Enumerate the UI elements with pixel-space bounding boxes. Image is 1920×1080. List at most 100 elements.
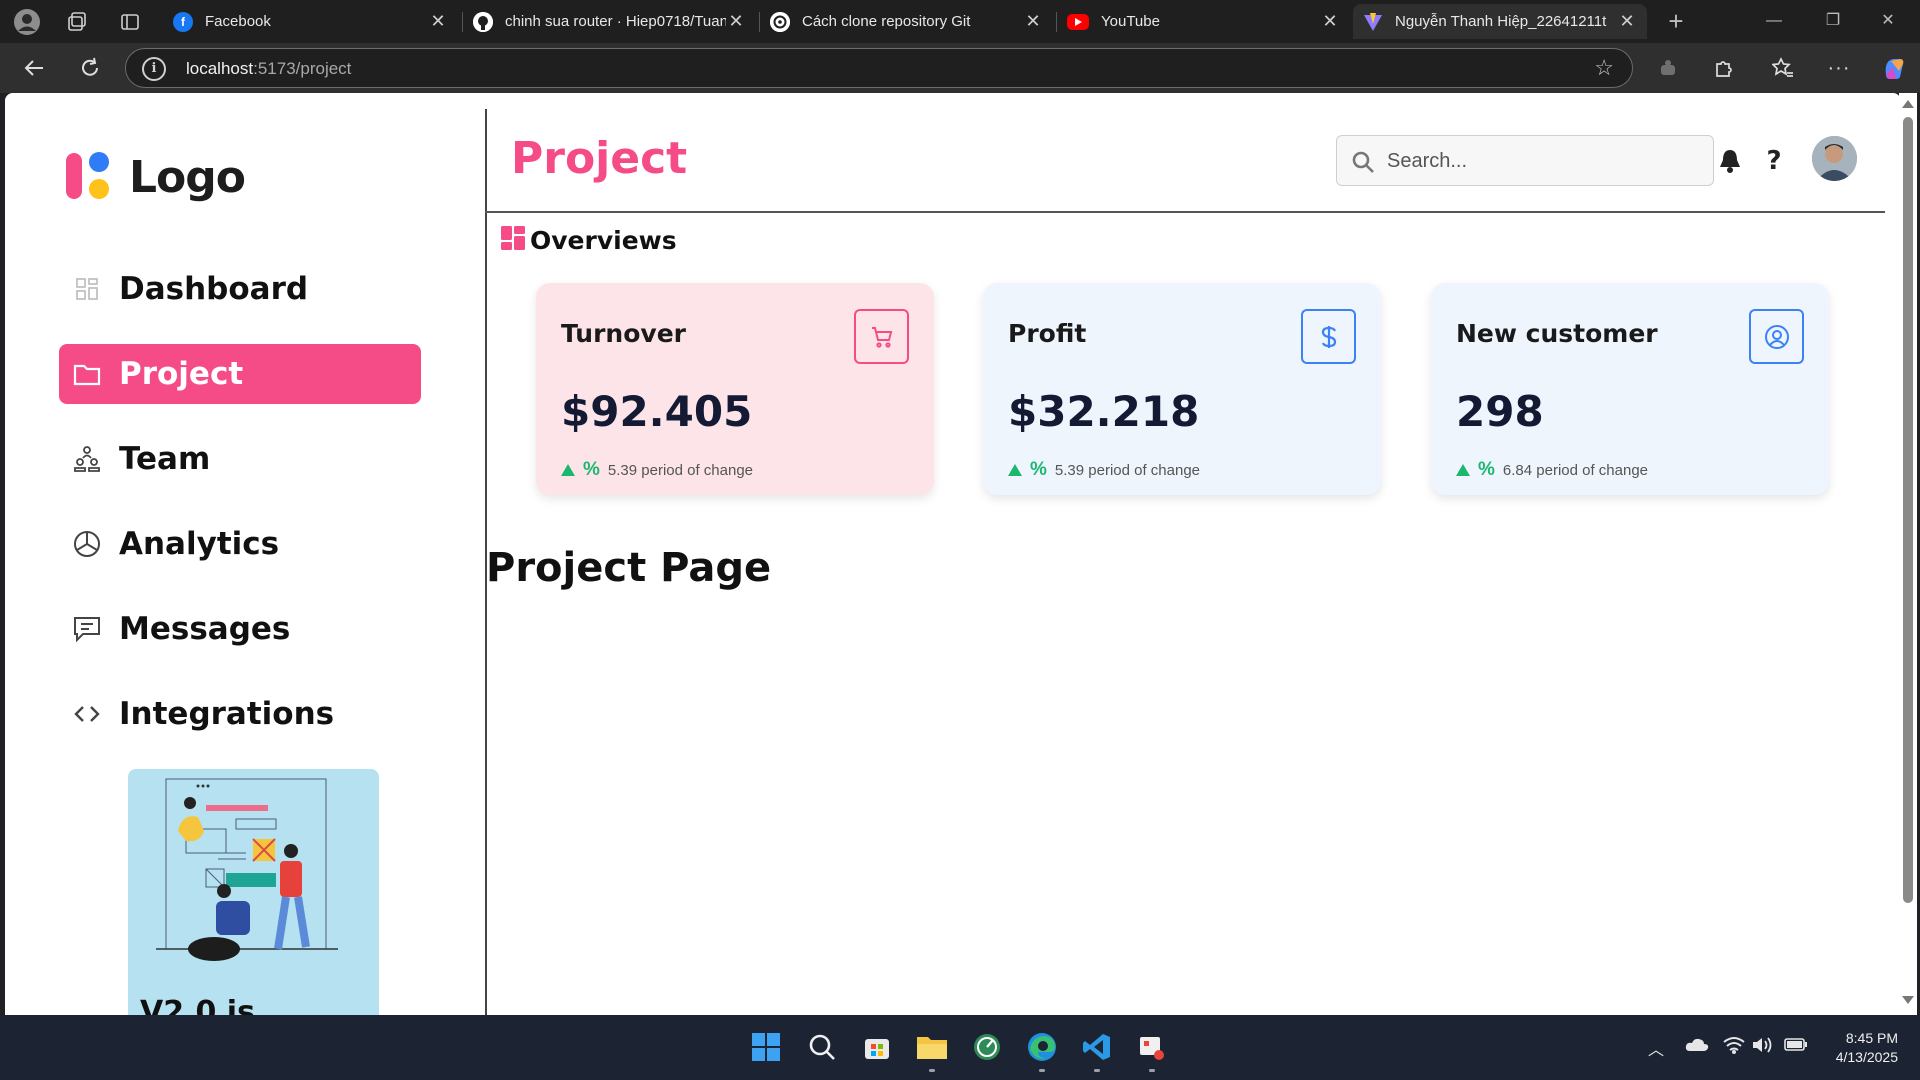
dollar-icon[interactable] xyxy=(1301,309,1356,364)
change-text: 5.39 period of change xyxy=(607,461,754,479)
tab-youtube[interactable]: YouTube ✕ xyxy=(1057,4,1350,39)
sidebar-item-label: Project xyxy=(119,356,244,392)
file-explorer-icon[interactable] xyxy=(914,1029,950,1065)
card-title: Profit xyxy=(1008,319,1087,348)
show-hidden-icons-icon[interactable]: ︿ xyxy=(1648,1036,1664,1060)
tab-github[interactable]: chinh sua router · Hiep0718/Tuan ✕ xyxy=(463,4,756,39)
search-box[interactable] xyxy=(1336,135,1714,186)
pie-chart-icon xyxy=(73,530,101,558)
dashboard-grid-icon xyxy=(500,225,526,256)
promo-card[interactable]: V2.0 is xyxy=(128,769,379,1015)
percent-icon: % xyxy=(1478,459,1495,480)
extensions-puzzle-icon[interactable] xyxy=(1707,51,1741,85)
site-info-icon[interactable]: i xyxy=(142,57,166,81)
stat-card-new-customer: New customer 298 % 6.84 period of change xyxy=(1431,283,1829,495)
logo-icon xyxy=(63,149,119,205)
vite-icon xyxy=(1363,12,1383,32)
help-button[interactable]: ? xyxy=(1759,146,1789,176)
refresh-icon xyxy=(82,57,98,76)
user-circle-icon[interactable] xyxy=(1749,309,1804,364)
tab-actions-icon[interactable] xyxy=(116,8,144,36)
sidebar-item-label: Analytics xyxy=(119,526,280,562)
running-indicator xyxy=(929,1069,935,1072)
scrollbar-thumb[interactable] xyxy=(1903,117,1913,903)
tab-facebook[interactable]: f Facebook ✕ xyxy=(163,4,458,39)
cart-icon[interactable] xyxy=(854,309,909,364)
microsoft-store-icon[interactable] xyxy=(859,1029,895,1065)
sidebar-item-integrations[interactable]: Integrations xyxy=(59,684,421,744)
running-indicator xyxy=(1149,1069,1155,1072)
copilot-icon[interactable] xyxy=(1877,51,1911,85)
close-icon[interactable]: ✕ xyxy=(726,11,746,32)
openai-icon xyxy=(770,11,790,32)
team-icon xyxy=(73,445,101,473)
back-arrow-icon xyxy=(24,60,43,76)
tab-chatgpt[interactable]: Cách clone repository Git ✕ xyxy=(760,4,1053,39)
volume-icon[interactable] xyxy=(1752,1036,1774,1059)
battery-icon[interactable] xyxy=(1784,1036,1808,1057)
close-icon[interactable]: ✕ xyxy=(1023,11,1043,32)
minimize-button[interactable]: — xyxy=(1754,8,1794,34)
grid-icon xyxy=(73,275,101,303)
restore-button[interactable]: ❐ xyxy=(1813,8,1853,34)
page-heading: Project Page xyxy=(486,545,772,591)
close-icon[interactable]: ✕ xyxy=(1320,11,1340,32)
taskbar: ︿ 8:45 PM 4/13/2025 xyxy=(0,1015,1920,1080)
workspaces-icon[interactable] xyxy=(63,8,91,36)
close-window-button[interactable]: ✕ xyxy=(1868,8,1908,34)
sidebar-item-project[interactable]: Project xyxy=(59,344,421,404)
tab-title: Nguyễn Thanh Hiệp_22641211t xyxy=(1395,13,1607,30)
scroll-down-icon[interactable] xyxy=(1902,996,1914,1004)
snipping-tool-icon[interactable] xyxy=(1134,1029,1170,1065)
card-value: $92.405 xyxy=(561,387,753,436)
close-icon[interactable]: ✕ xyxy=(1617,11,1637,32)
logo-text: Logo xyxy=(129,151,246,203)
back-button[interactable] xyxy=(17,51,51,85)
change-text: 6.84 period of change xyxy=(1502,461,1649,479)
tab-title: Cách clone repository Git xyxy=(802,13,971,30)
search-input[interactable] xyxy=(1387,145,1697,177)
youtube-icon xyxy=(1067,13,1089,30)
address-bar[interactable]: i localhost:5173/project ☆ xyxy=(125,48,1633,88)
vscode-icon[interactable] xyxy=(1079,1029,1115,1065)
clock-date: 4/13/2025 xyxy=(1835,1049,1898,1065)
sidebar-item-analytics[interactable]: Analytics xyxy=(59,514,421,574)
card-value: 298 xyxy=(1456,387,1544,436)
tab-vite-app[interactable]: Nguyễn Thanh Hiệp_22641211t ✕ xyxy=(1353,4,1647,39)
browser-toolbar: i localhost:5173/project ☆ ··· xyxy=(0,43,1920,93)
page-title: Project xyxy=(511,133,688,184)
stat-card-profit: Profit $32.218 % 5.39 period of change xyxy=(983,283,1381,495)
sidebar-item-team[interactable]: Team xyxy=(59,429,421,489)
sidebar-item-messages[interactable]: Messages xyxy=(59,599,421,659)
scroll-up-icon[interactable] xyxy=(1902,100,1914,108)
card-title: New customer xyxy=(1456,319,1658,348)
percent-icon: % xyxy=(1030,459,1047,480)
profile-icon[interactable] xyxy=(13,8,41,36)
github-icon xyxy=(473,11,493,32)
more-menu-icon[interactable]: ··· xyxy=(1822,51,1856,85)
promo-illustration xyxy=(156,778,338,961)
overviews-heading: Overviews xyxy=(500,225,677,256)
clock-time: 8:45 PM xyxy=(1845,1030,1898,1046)
close-icon[interactable]: ✕ xyxy=(428,11,448,32)
onedrive-icon[interactable] xyxy=(1685,1036,1709,1057)
extension-icon[interactable] xyxy=(1651,51,1685,85)
taskbar-search-icon[interactable] xyxy=(804,1029,840,1065)
edge-browser-icon[interactable] xyxy=(1024,1029,1060,1065)
windows-start-icon[interactable] xyxy=(748,1029,784,1065)
notification-bell-icon[interactable] xyxy=(1715,146,1745,176)
browser-tab-strip: f Facebook ✕ chinh sua router · Hiep0718… xyxy=(0,0,1920,43)
favorites-icon[interactable] xyxy=(1766,51,1800,85)
taskbar-clock[interactable]: 8:45 PM 4/13/2025 xyxy=(1816,1029,1898,1067)
avatar[interactable] xyxy=(1812,136,1857,181)
page-scrollbar[interactable] xyxy=(1899,93,1917,1015)
speedtest-app-icon[interactable] xyxy=(969,1029,1005,1065)
stat-card-turnover: Turnover $92.405 % 5.39 period of change xyxy=(536,283,934,495)
page-viewport: Logo Dashboard Project Team Analytics Me… xyxy=(5,93,1901,1015)
favorite-star-icon[interactable]: ☆ xyxy=(1594,55,1614,81)
new-tab-button[interactable]: + xyxy=(1656,8,1696,34)
sidebar-item-dashboard[interactable]: Dashboard xyxy=(59,259,421,319)
app-logo[interactable]: Logo xyxy=(63,149,246,205)
refresh-button[interactable] xyxy=(73,51,107,85)
wifi-icon[interactable] xyxy=(1723,1036,1745,1059)
